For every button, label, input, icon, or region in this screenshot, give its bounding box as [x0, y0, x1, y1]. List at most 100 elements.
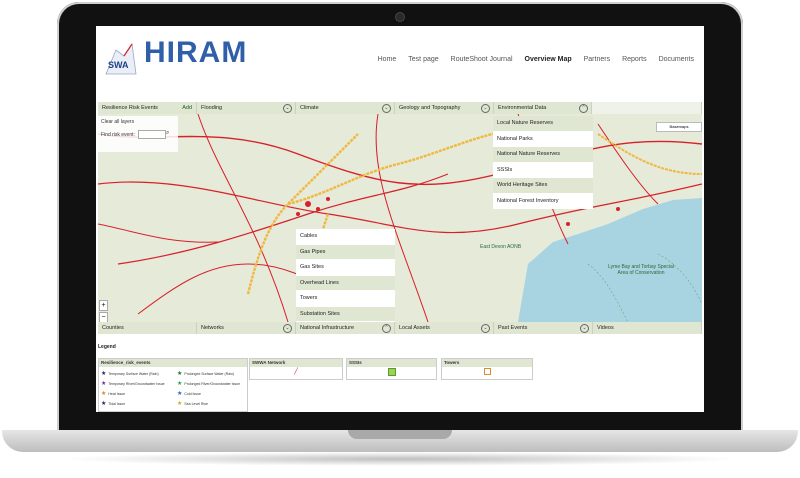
legend-risk-events: Resilience_risk_events ★ Temporary Surfac… — [98, 358, 248, 412]
star-icon: ★ — [101, 391, 107, 397]
nav-test-page[interactable]: Test page — [408, 56, 438, 63]
layer-tabs-bottom: Counties Networks ⌄ National Infrastruct… — [98, 322, 702, 334]
chevron-up-icon[interactable]: ⌃ — [382, 324, 391, 333]
risk-search-panel: Clear all layers Find risk event: ⌕ — [98, 116, 178, 152]
legend-item: ★ Prolonged Surface Water (Rain) — [177, 370, 249, 377]
star-icon: ★ — [101, 401, 107, 407]
nav-overview-map[interactable]: Overview Map — [525, 56, 572, 63]
tab-resilience-risk-events-label: Resilience Risk Events — [102, 105, 158, 111]
star-icon: ★ — [177, 371, 183, 377]
star-icon: ★ — [177, 401, 183, 407]
menu-item-substation-sites[interactable]: Substation Sites — [296, 307, 395, 322]
clear-all-layers-link[interactable]: Clear all layers — [101, 119, 134, 125]
legend-sssis: SSSIs — [346, 358, 437, 380]
site-logo-title: HIRAM — [144, 36, 248, 69]
nav-documents[interactable]: Documents — [659, 56, 694, 63]
tab-local-assets-label: Local Assets — [399, 325, 430, 331]
tab-national-infrastructure[interactable]: National Infrastructure ⌃ — [296, 322, 395, 334]
main-nav: Home Test page RouteShoot Journal Overvi… — [378, 56, 694, 63]
national-infrastructure-menu: Cables Gas Pipes Gas Sites Overhead Line… — [296, 229, 395, 322]
legend-item-label: Cold Issue — [184, 392, 201, 396]
chevron-down-icon[interactable]: ⌄ — [382, 104, 391, 113]
legend-swwa-network: SWWA Network ╱ — [249, 358, 343, 380]
tab-environmental-data[interactable]: Environmental Data ⌃ — [494, 102, 592, 114]
legend-title: Legend — [98, 344, 116, 350]
legend-item: ★ Prolonged River/Groundwater Issue — [177, 380, 249, 387]
nav-partners[interactable]: Partners — [584, 56, 610, 63]
chevron-down-icon[interactable]: ⌄ — [481, 104, 490, 113]
menu-item-towers[interactable]: Towers — [296, 291, 395, 307]
tab-videos[interactable]: Videos — [593, 322, 702, 334]
menu-item-overhead-lines[interactable]: Overhead Lines — [296, 276, 395, 291]
legend-swwa-title: SWWA Network — [250, 359, 342, 367]
tab-past-events-label: Past Events — [498, 325, 528, 331]
tab-flooding[interactable]: Flooding ⌄ — [197, 102, 296, 114]
zoom-controls: + − — [99, 300, 108, 324]
map-canvas: East Devon AONB Lyme Bay and Torbay Spec… — [98, 114, 702, 322]
map-label-bay: Lyme Bay and Torbay Special Area of Cons… — [608, 264, 674, 276]
logo-small-text: SWA — [108, 60, 129, 70]
star-icon: ★ — [101, 381, 107, 387]
nav-routeshoot-journal[interactable]: RouteShoot Journal — [451, 56, 513, 63]
layer-tabs-top: Resilience Risk Events Add Flooding ⌄ Cl… — [98, 102, 702, 114]
legend-sssis-title: SSSIs — [347, 359, 436, 367]
legend-item: ★ Sea Level Rise — [177, 400, 249, 407]
legend-item-label: Heat Issue — [108, 392, 126, 396]
find-risk-event-label: Find risk event: — [101, 132, 135, 138]
tab-networks[interactable]: Networks ⌄ — [197, 322, 296, 334]
legend-item-label: Tidal Issue — [108, 402, 126, 406]
chevron-down-icon[interactable]: ⌄ — [481, 324, 490, 333]
environmental-data-menu: Local Nature Reserves National Parks Nat… — [493, 116, 593, 209]
chevron-down-icon[interactable]: ⌄ — [580, 324, 589, 333]
legend-towers-title: Towers — [442, 359, 532, 367]
legend-risk-events-title: Resilience_risk_events — [99, 359, 247, 367]
add-risk-event-link[interactable]: Add — [182, 102, 192, 114]
hatch-fill-icon — [387, 368, 396, 376]
menu-item-national-parks[interactable]: National Parks — [493, 131, 593, 147]
tab-local-assets[interactable]: Local Assets ⌄ — [395, 322, 494, 334]
tab-networks-label: Networks — [201, 325, 224, 331]
legend-item-label: Temporary River/Groundwater Issue — [108, 382, 165, 386]
tab-climate[interactable]: Climate ⌄ — [296, 102, 395, 114]
star-icon: ★ — [101, 371, 107, 377]
menu-item-local-nature-reserves[interactable]: Local Nature Reserves — [493, 116, 593, 132]
menu-item-gas-sites[interactable]: Gas Sites — [296, 260, 395, 276]
tab-resilience-risk-events[interactable]: Resilience Risk Events Add — [98, 102, 197, 114]
tower-square-icon — [483, 368, 491, 375]
menu-item-national-nature-reserves[interactable]: National Nature Reserves — [493, 147, 593, 163]
tab-geology-topography[interactable]: Geology and Topography ⌄ — [395, 102, 494, 114]
zoom-in-button[interactable]: + — [99, 300, 108, 311]
chevron-up-icon[interactable]: ⌃ — [579, 104, 588, 113]
legend-item: ★ Temporary River/Groundwater Issue — [101, 380, 177, 387]
menu-item-cables[interactable]: Cables — [296, 229, 395, 245]
chevron-down-icon[interactable]: ⌄ — [283, 104, 292, 113]
find-risk-event-input[interactable] — [138, 130, 166, 139]
legend-item: ★ Tidal Issue — [101, 400, 177, 407]
tab-flooding-label: Flooding — [201, 105, 223, 111]
legend-item: ★ Temporary Surface Water (Rain) — [101, 370, 177, 377]
menu-item-national-forest-inventory[interactable]: National Forest Inventory — [493, 193, 593, 209]
camera — [395, 12, 405, 22]
legend-item: ★ Heat Issue — [101, 390, 177, 397]
tab-counties-label: Counties — [102, 325, 124, 331]
tab-counties[interactable]: Counties — [98, 322, 197, 334]
screen: SWA HIRAM Home Test page RouteShoot Jour… — [96, 26, 704, 412]
line-symbol-icon: ╱ — [294, 369, 298, 375]
tab-geology-label: Geology and Topography — [399, 105, 461, 111]
menu-item-gas-pipes[interactable]: Gas Pipes — [296, 245, 395, 260]
chevron-down-icon[interactable]: ⌄ — [283, 324, 292, 333]
tab-past-events[interactable]: Past Events ⌄ — [494, 322, 593, 334]
map-view[interactable]: East Devon AONB Lyme Bay and Torbay Spec… — [98, 114, 702, 322]
search-icon[interactable]: ⌕ — [166, 130, 172, 136]
nav-home[interactable]: Home — [378, 56, 397, 63]
legend-item-label: Prolonged River/Groundwater Issue — [184, 382, 241, 386]
map-label-devon: East Devon AONB — [480, 244, 522, 250]
menu-item-world-heritage-sites[interactable]: World Heritage Sites — [493, 178, 593, 194]
star-icon: ★ — [177, 391, 183, 397]
tab-environmental-label: Environmental Data — [498, 105, 547, 111]
basemap-button[interactable]: Basemaps — [656, 122, 702, 132]
menu-item-sssis[interactable]: SSSIs — [493, 162, 593, 178]
legend-item-label: Sea Level Rise — [184, 402, 208, 406]
tab-videos-label: Videos — [597, 325, 614, 331]
nav-reports[interactable]: Reports — [622, 56, 647, 63]
